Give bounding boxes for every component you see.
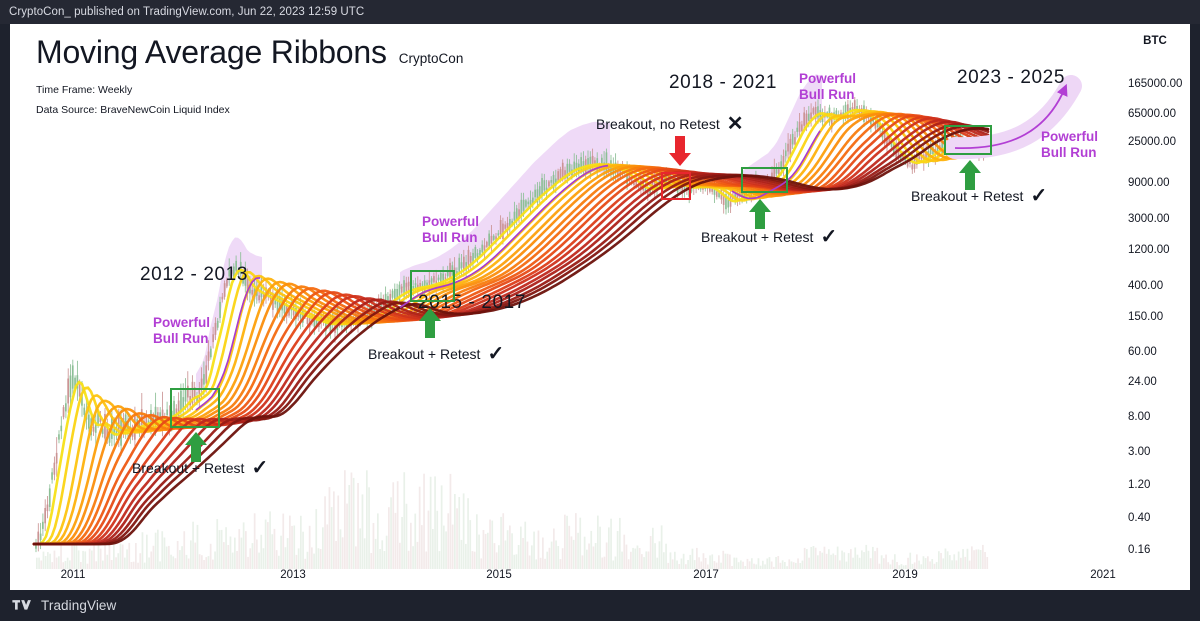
time-scale-tick: 2013: [280, 569, 306, 581]
chart-header: Moving Average Ribbons CryptoCon Time Fr…: [36, 34, 464, 120]
timeframe-label: Time Frame: Weekly: [36, 83, 133, 96]
price-scale-tick: 24.00: [1128, 376, 1157, 388]
author-byline: CryptoCon: [398, 51, 464, 66]
attribution-text: CryptoCon_ published on TradingView.com,…: [9, 6, 365, 18]
price-scale-tick: 165000.00: [1128, 78, 1183, 90]
attribution-bar: CryptoCon_ published on TradingView.com,…: [0, 0, 1200, 24]
price-scale-tick: 150.00: [1128, 311, 1164, 323]
time-scale-tick: 2021: [1090, 569, 1116, 581]
time-scale-tick: 2019: [892, 569, 918, 581]
price-scale-tick: 8.00: [1128, 411, 1151, 423]
tradingview-wordmark: TradingView: [41, 598, 117, 613]
time-scale-tick: 2015: [486, 569, 512, 581]
time-scale-tick: 2011: [60, 569, 86, 581]
branding-bar: TradingView: [0, 590, 1200, 621]
tradingview-mark-icon: [12, 600, 31, 610]
price-scale[interactable]: BTC 165000.00 65000.00 25000.00 9000.00 3000…: [1120, 24, 1190, 590]
price-scale-tick: 25000.00: [1128, 136, 1176, 148]
price-scale-tick: 60.00: [1128, 346, 1157, 358]
time-scale-tick: 2017: [693, 569, 719, 581]
moving-average-ribbon: [32, 108, 990, 546]
time-scale[interactable]: 2011 2013 2015 2017 2019 2021: [10, 569, 1120, 590]
chart-canvas: BTC 165000.00 65000.00 25000.00 9000.00 3000…: [10, 24, 1190, 590]
price-scale-title: BTC: [1143, 35, 1167, 47]
datasource-label: Data Source: BraveNewCoin Liquid Index: [36, 103, 230, 116]
price-scale-tick: 400.00: [1128, 280, 1164, 292]
projection-arrow: [944, 75, 1082, 160]
price-scale-tick: 9000.00: [1128, 177, 1170, 189]
page-title: Moving Average Ribbons: [36, 34, 387, 70]
screenshot-root: CryptoCon_ published on TradingView.com,…: [0, 0, 1200, 621]
tradingview-logo: TradingView: [12, 598, 116, 613]
price-scale-tick: 1200.00: [1128, 244, 1170, 256]
price-scale-tick: 1.20: [1128, 479, 1151, 491]
price-scale-tick: 65000.00: [1128, 108, 1176, 120]
price-scale-tick: 3000.00: [1128, 213, 1170, 225]
price-scale-tick: 0.16: [1128, 544, 1151, 556]
price-scale-tick: 0.40: [1128, 512, 1151, 524]
price-scale-tick: 3.00: [1128, 446, 1151, 458]
